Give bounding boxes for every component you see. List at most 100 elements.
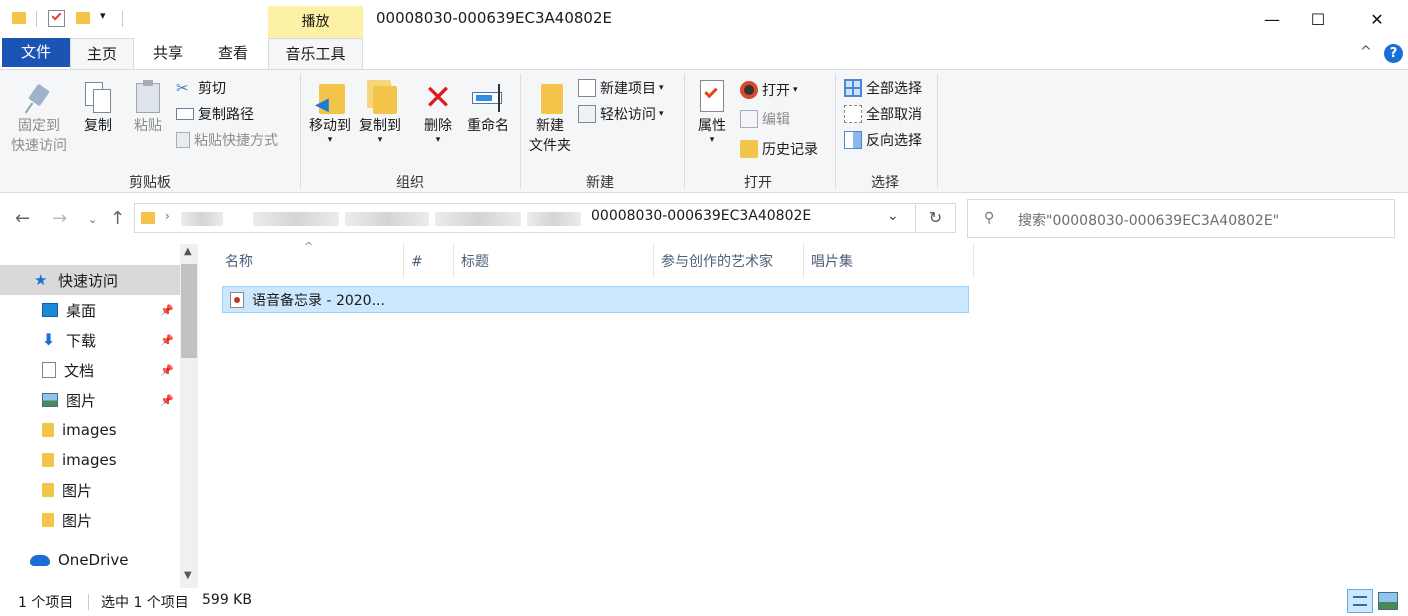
tab-share[interactable]: 共享 [145, 38, 191, 69]
new-item-icon [578, 79, 596, 97]
select-all-button[interactable]: 全部选择 [844, 76, 922, 100]
sidebar-item-quick-access[interactable]: ★ 快速访问 [0, 265, 180, 295]
collapse-ribbon-icon[interactable]: ^ [1360, 44, 1372, 60]
address-dropdown-icon[interactable]: ⌄ [887, 208, 899, 224]
scrollbar-thumb[interactable] [181, 264, 197, 358]
divider [973, 244, 974, 278]
pin-icon[interactable]: 📌 [160, 394, 174, 407]
rename-button[interactable]: 重命名 [464, 76, 512, 136]
column-header-album[interactable]: 唱片集 [811, 250, 853, 274]
divider [300, 74, 301, 188]
tab-view[interactable]: 查看 [210, 38, 256, 69]
easy-access-icon [578, 105, 596, 123]
tab-home[interactable]: 主页 [70, 38, 134, 70]
sidebar-item-label: images [62, 421, 117, 439]
divider [520, 74, 521, 188]
paste-shortcut-button[interactable]: 粘贴快捷方式 [176, 128, 278, 152]
back-icon[interactable]: ← [15, 208, 30, 229]
copy-path-button[interactable]: 复制路径 [176, 102, 254, 126]
column-header-artists[interactable]: 参与创作的艺术家 [661, 250, 773, 274]
select-group-label: 选择 [871, 175, 899, 191]
cloud-icon [30, 554, 50, 566]
select-none-button[interactable]: 全部取消 [844, 102, 922, 126]
copy-to-icon [363, 80, 397, 116]
column-header-name[interactable]: 名称 [225, 250, 253, 274]
copy-button[interactable]: 复制 [76, 76, 120, 136]
new-folder-button[interactable]: 新建 文件夹 [526, 76, 574, 156]
pin-icon[interactable]: 📌 [160, 334, 174, 347]
sidebar-item-pictures-folder[interactable]: 图片 [0, 475, 180, 505]
navigation-bar: ← → ⌄ ↑ › 00008030-000639EC3A40802E ⌄ ↻ … [0, 194, 1408, 244]
sidebar-item-pictures[interactable]: 图片 📌 [0, 385, 180, 415]
forward-icon[interactable]: → [52, 208, 67, 229]
file-row[interactable]: 语音备忘录 - 2020... [222, 286, 969, 313]
move-to-button[interactable]: ◀ 移动到 ▾ [306, 76, 354, 145]
sidebar-item-onedrive[interactable]: OneDrive [0, 545, 180, 575]
delete-button[interactable]: ✕ 删除 ▾ [416, 76, 460, 145]
paste-button[interactable]: 粘贴 [126, 76, 170, 136]
properties-button[interactable]: 属性 ▾ [690, 76, 734, 145]
edit-button[interactable]: 编辑 [740, 107, 790, 131]
paste-label: 粘贴 [134, 118, 162, 134]
chevron-right-icon[interactable]: › [165, 209, 170, 223]
move-to-icon: ◀ [313, 80, 347, 116]
paste-icon [133, 80, 163, 116]
sort-ascending-icon: ^ [304, 240, 314, 253]
new-item-button[interactable]: 新建项目 ▾ [578, 76, 664, 100]
tab-music-tools[interactable]: 音乐工具 [268, 38, 363, 70]
search-input[interactable]: 搜索"00008030-000639EC3A40802E" [1018, 210, 1279, 230]
scroll-down-icon[interactable]: ▼ [184, 570, 192, 581]
scroll-up-icon[interactable]: ▲ [184, 246, 192, 257]
close-button[interactable]: ✕ [1354, 0, 1400, 38]
media-open-icon [740, 81, 758, 99]
download-icon: ⬇ [42, 330, 56, 349]
sidebar-item-label: 图片 [62, 481, 93, 500]
customize-quick-access-icon[interactable]: ▾ [100, 9, 106, 22]
new-folder-quick-icon[interactable] [76, 12, 90, 24]
help-icon[interactable]: ? [1384, 44, 1403, 63]
search-box[interactable]: ⚲ 搜索"00008030-000639EC3A40802E" [967, 199, 1395, 238]
clipboard-group-label: 剪贴板 [129, 175, 171, 191]
window-title: 00008030-000639EC3A40802E [376, 9, 612, 27]
sidebar-item-images[interactable]: images [0, 415, 180, 445]
pin-label-line2: 快速访问 [11, 138, 67, 154]
recent-locations-icon[interactable]: ⌄ [88, 213, 97, 226]
pin-icon[interactable]: 📌 [160, 364, 174, 377]
star-icon: ★ [34, 271, 48, 289]
chevron-down-icon: ▾ [435, 135, 441, 145]
pin-icon[interactable]: 📌 [160, 304, 174, 317]
history-button[interactable]: 历史记录 [740, 137, 818, 161]
sidebar-item-downloads[interactable]: ⬇ 下载 📌 [0, 325, 180, 355]
divider [36, 11, 37, 27]
properties-quick-icon[interactable] [48, 10, 65, 27]
minimize-button[interactable]: — [1249, 0, 1295, 38]
tab-file[interactable]: 文件 [2, 38, 70, 67]
copy-to-button[interactable]: 复制到 ▾ [356, 76, 404, 145]
pin-to-quick-access-button[interactable]: 固定到 快速访问 [8, 76, 70, 156]
column-header-title[interactable]: 标题 [461, 250, 489, 274]
large-icons-view-icon[interactable] [1378, 592, 1398, 610]
cut-button[interactable]: ✂ 剪切 [176, 76, 226, 100]
open-button[interactable]: 打开 ▾ [740, 78, 798, 102]
edit-icon [740, 110, 758, 128]
sidebar-item-desktop[interactable]: 桌面 📌 [0, 295, 180, 325]
divider [803, 244, 804, 278]
maximize-button[interactable]: ☐ [1295, 0, 1341, 38]
refresh-icon[interactable]: ↻ [916, 203, 956, 233]
invert-selection-button[interactable]: 反向选择 [844, 128, 922, 152]
copy-path-label: 复制路径 [198, 107, 254, 123]
up-icon[interactable]: ↑ [110, 208, 125, 229]
chevron-down-icon: ▾ [659, 109, 664, 119]
easy-access-button[interactable]: 轻松访问 ▾ [578, 102, 664, 126]
address-bar[interactable]: › 00008030-000639EC3A40802E ⌄ [134, 203, 916, 233]
sidebar-item-pictures-folder-2[interactable]: 图片 [0, 505, 180, 535]
address-current-folder[interactable]: 00008030-000639EC3A40802E [591, 208, 811, 224]
column-header-number[interactable]: # [411, 250, 423, 274]
move-to-label: 移动到 [309, 118, 351, 134]
sidebar-item-images-2[interactable]: images [0, 445, 180, 475]
desktop-icon [42, 303, 58, 317]
copy-to-label: 复制到 [359, 118, 401, 134]
details-view-button[interactable] [1347, 589, 1373, 613]
sidebar-item-documents[interactable]: 文档 📌 [0, 355, 180, 385]
cut-label: 剪切 [198, 81, 226, 97]
